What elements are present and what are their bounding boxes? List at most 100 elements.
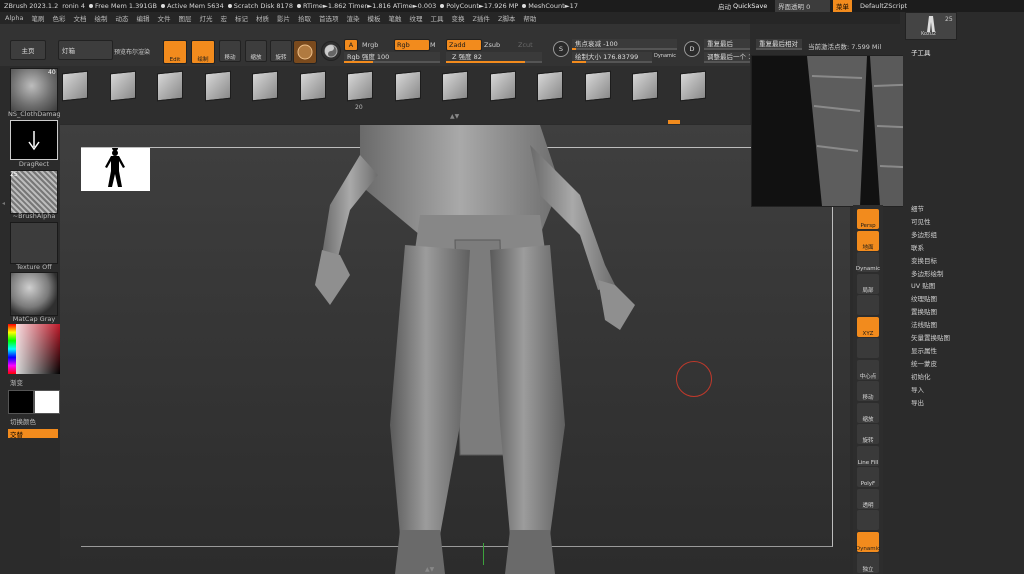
tool-menu-item[interactable]: 导入	[911, 384, 924, 394]
home-button[interactable]: 主页	[10, 40, 46, 60]
menu-item[interactable]: 帮助	[523, 13, 536, 23]
alpha-tile[interactable]	[394, 70, 421, 102]
transparency-slider[interactable]: 界面透明 0	[775, 0, 830, 12]
draw-button[interactable]: 绘制	[191, 40, 215, 64]
shelf-button[interactable]: 独立	[857, 553, 879, 573]
quicksave-button[interactable]: QuickSave	[733, 0, 767, 12]
alpha-tile[interactable]	[347, 70, 373, 102]
hue-strip[interactable]	[8, 324, 16, 374]
shelf-button[interactable]: Dynamic	[856, 252, 880, 272]
zadd-button[interactable]: Zadd	[446, 39, 482, 51]
alpha-tile[interactable]	[584, 70, 611, 102]
menu-item[interactable]: 动态	[115, 13, 128, 23]
rgb-intensity-slider[interactable]: Rgb 强度 100	[344, 52, 440, 63]
tool-menu-item[interactable]: 矢量置换贴图	[911, 332, 950, 342]
shelf-button[interactable]	[857, 295, 879, 315]
secondary-color-swatch[interactable]	[34, 390, 60, 414]
last-sub-button[interactable]: 重复最后	[704, 39, 750, 50]
mrgb-button[interactable]: Mrgb	[362, 41, 378, 49]
menu-item[interactable]: 灯光	[199, 13, 212, 23]
character-model[interactable]	[60, 125, 850, 574]
menu-item[interactable]: 首选项	[319, 13, 339, 23]
shelf-button[interactable]: 透明	[857, 488, 879, 509]
strip-scroll-indicator[interactable]	[668, 120, 680, 124]
alpha-tile[interactable]	[632, 70, 658, 102]
tool-menu-item[interactable]: 法线贴图	[911, 319, 937, 329]
zsub-button[interactable]: Zsub	[484, 41, 500, 49]
tool-menu-item[interactable]: 显示属性	[911, 345, 937, 355]
alpha-tile[interactable]	[537, 70, 563, 102]
alpha-tile[interactable]	[679, 70, 706, 102]
tool-menu-item[interactable]: 多边形绘制	[911, 268, 944, 278]
alpha-tile[interactable]	[204, 70, 231, 102]
shelf-button[interactable]: PolyF	[857, 467, 879, 487]
menu-item[interactable]: 影片	[277, 13, 290, 23]
scale-button[interactable]: 缩放	[245, 40, 267, 62]
draw-size-slider[interactable]: 绘制大小 176.83799	[572, 52, 652, 63]
menu-item[interactable]: 材质	[256, 13, 269, 23]
alpha-tile[interactable]	[109, 70, 136, 102]
tool-menu-item[interactable]: 细节	[911, 203, 924, 213]
edit-button[interactable]: Edit	[163, 40, 187, 64]
shelf-button[interactable]: 地面	[857, 230, 879, 251]
shelf-button[interactable]: 中心点	[857, 359, 879, 380]
menu-item[interactable]: Z脚本	[498, 13, 515, 23]
shelf-button[interactable]: Persp	[857, 209, 879, 229]
menu-item[interactable]: 模板	[367, 13, 380, 23]
left-tray-handle[interactable]: ◂	[2, 200, 6, 260]
shelf-button[interactable]	[857, 510, 879, 530]
shelf-button[interactable]: Dynamic	[856, 531, 880, 552]
menu-item[interactable]: 绘制	[94, 13, 107, 23]
menu-button[interactable]: 菜单	[833, 0, 852, 12]
rgb-button[interactable]: Rgb	[394, 39, 430, 51]
tool-menu-item[interactable]: 导出	[911, 397, 924, 407]
matcap-thumb[interactable]	[10, 272, 58, 316]
menu-item[interactable]: 笔触	[388, 13, 401, 23]
tool-menu-item[interactable]: 可见性	[911, 216, 931, 226]
canvas-viewport[interactable]: ▲▼	[60, 125, 850, 574]
tool-menu-item[interactable]: 初始化	[911, 371, 931, 381]
menu-item[interactable]: 宏	[220, 13, 227, 23]
move-button[interactable]: 移动	[219, 40, 241, 62]
tool-menu-item[interactable]: 纹理贴图	[911, 293, 937, 303]
shelf-button[interactable]: XYZ	[857, 316, 879, 337]
menu-item[interactable]: 变换	[451, 13, 464, 23]
auto-label[interactable]: 启动	[718, 0, 731, 12]
shelf-button[interactable]: 缩放	[857, 402, 879, 423]
color-wheel-button[interactable]	[321, 41, 341, 61]
menu-item[interactable]: 笔刷	[31, 13, 44, 23]
tool-menu-item[interactable]: 联系	[911, 242, 924, 252]
menu-item[interactable]: 渲染	[346, 13, 359, 23]
switch-color-button[interactable]: 切换颜色	[10, 416, 62, 426]
material-sphere-button[interactable]	[293, 40, 317, 64]
alpha-tile[interactable]	[442, 70, 468, 102]
subtool-header[interactable]: 子工具	[911, 47, 931, 57]
primary-color-swatch[interactable]	[8, 390, 34, 414]
menu-item[interactable]: 文件	[157, 13, 170, 23]
shelf-button[interactable]: 移动	[857, 381, 879, 401]
dynamic-button[interactable]: Dynamic	[654, 53, 676, 59]
alternate-button[interactable]: 交替	[8, 429, 58, 439]
alpha-tile[interactable]	[252, 70, 278, 102]
menu-item[interactable]: Alpha	[5, 14, 23, 22]
last-rel-button[interactable]: 重复最后相对	[756, 39, 802, 50]
strip-expand-arrows[interactable]: ▲▼	[450, 113, 459, 120]
tool-menu-item[interactable]: UV 贴图	[911, 280, 935, 290]
shelf-button[interactable]: 旋转	[857, 424, 879, 444]
menu-item[interactable]: 纹理	[409, 13, 422, 23]
alpha-tile[interactable]	[489, 70, 516, 102]
tool-menu-item[interactable]: 多边形组	[911, 229, 937, 239]
menu-item[interactable]: 拾取	[298, 13, 311, 23]
menu-item[interactable]: 标记	[235, 13, 248, 23]
lightbox-button[interactable]: 灯箱	[58, 40, 113, 60]
menu-item[interactable]: 图层	[178, 13, 191, 23]
m-button[interactable]: M	[430, 41, 436, 49]
rotate-button[interactable]: 旋转	[270, 40, 292, 62]
tool-menu-item[interactable]: 统一蒙皮	[911, 358, 937, 368]
a-toggle[interactable]: A	[344, 39, 358, 51]
alpha-tile[interactable]	[299, 70, 326, 102]
menu-item[interactable]: 编辑	[136, 13, 149, 23]
alpha-tile[interactable]	[157, 70, 183, 102]
shelf-button[interactable]: Line Fill	[857, 445, 879, 466]
adjust-last-slider[interactable]: 调整最后一个 1	[704, 52, 750, 63]
